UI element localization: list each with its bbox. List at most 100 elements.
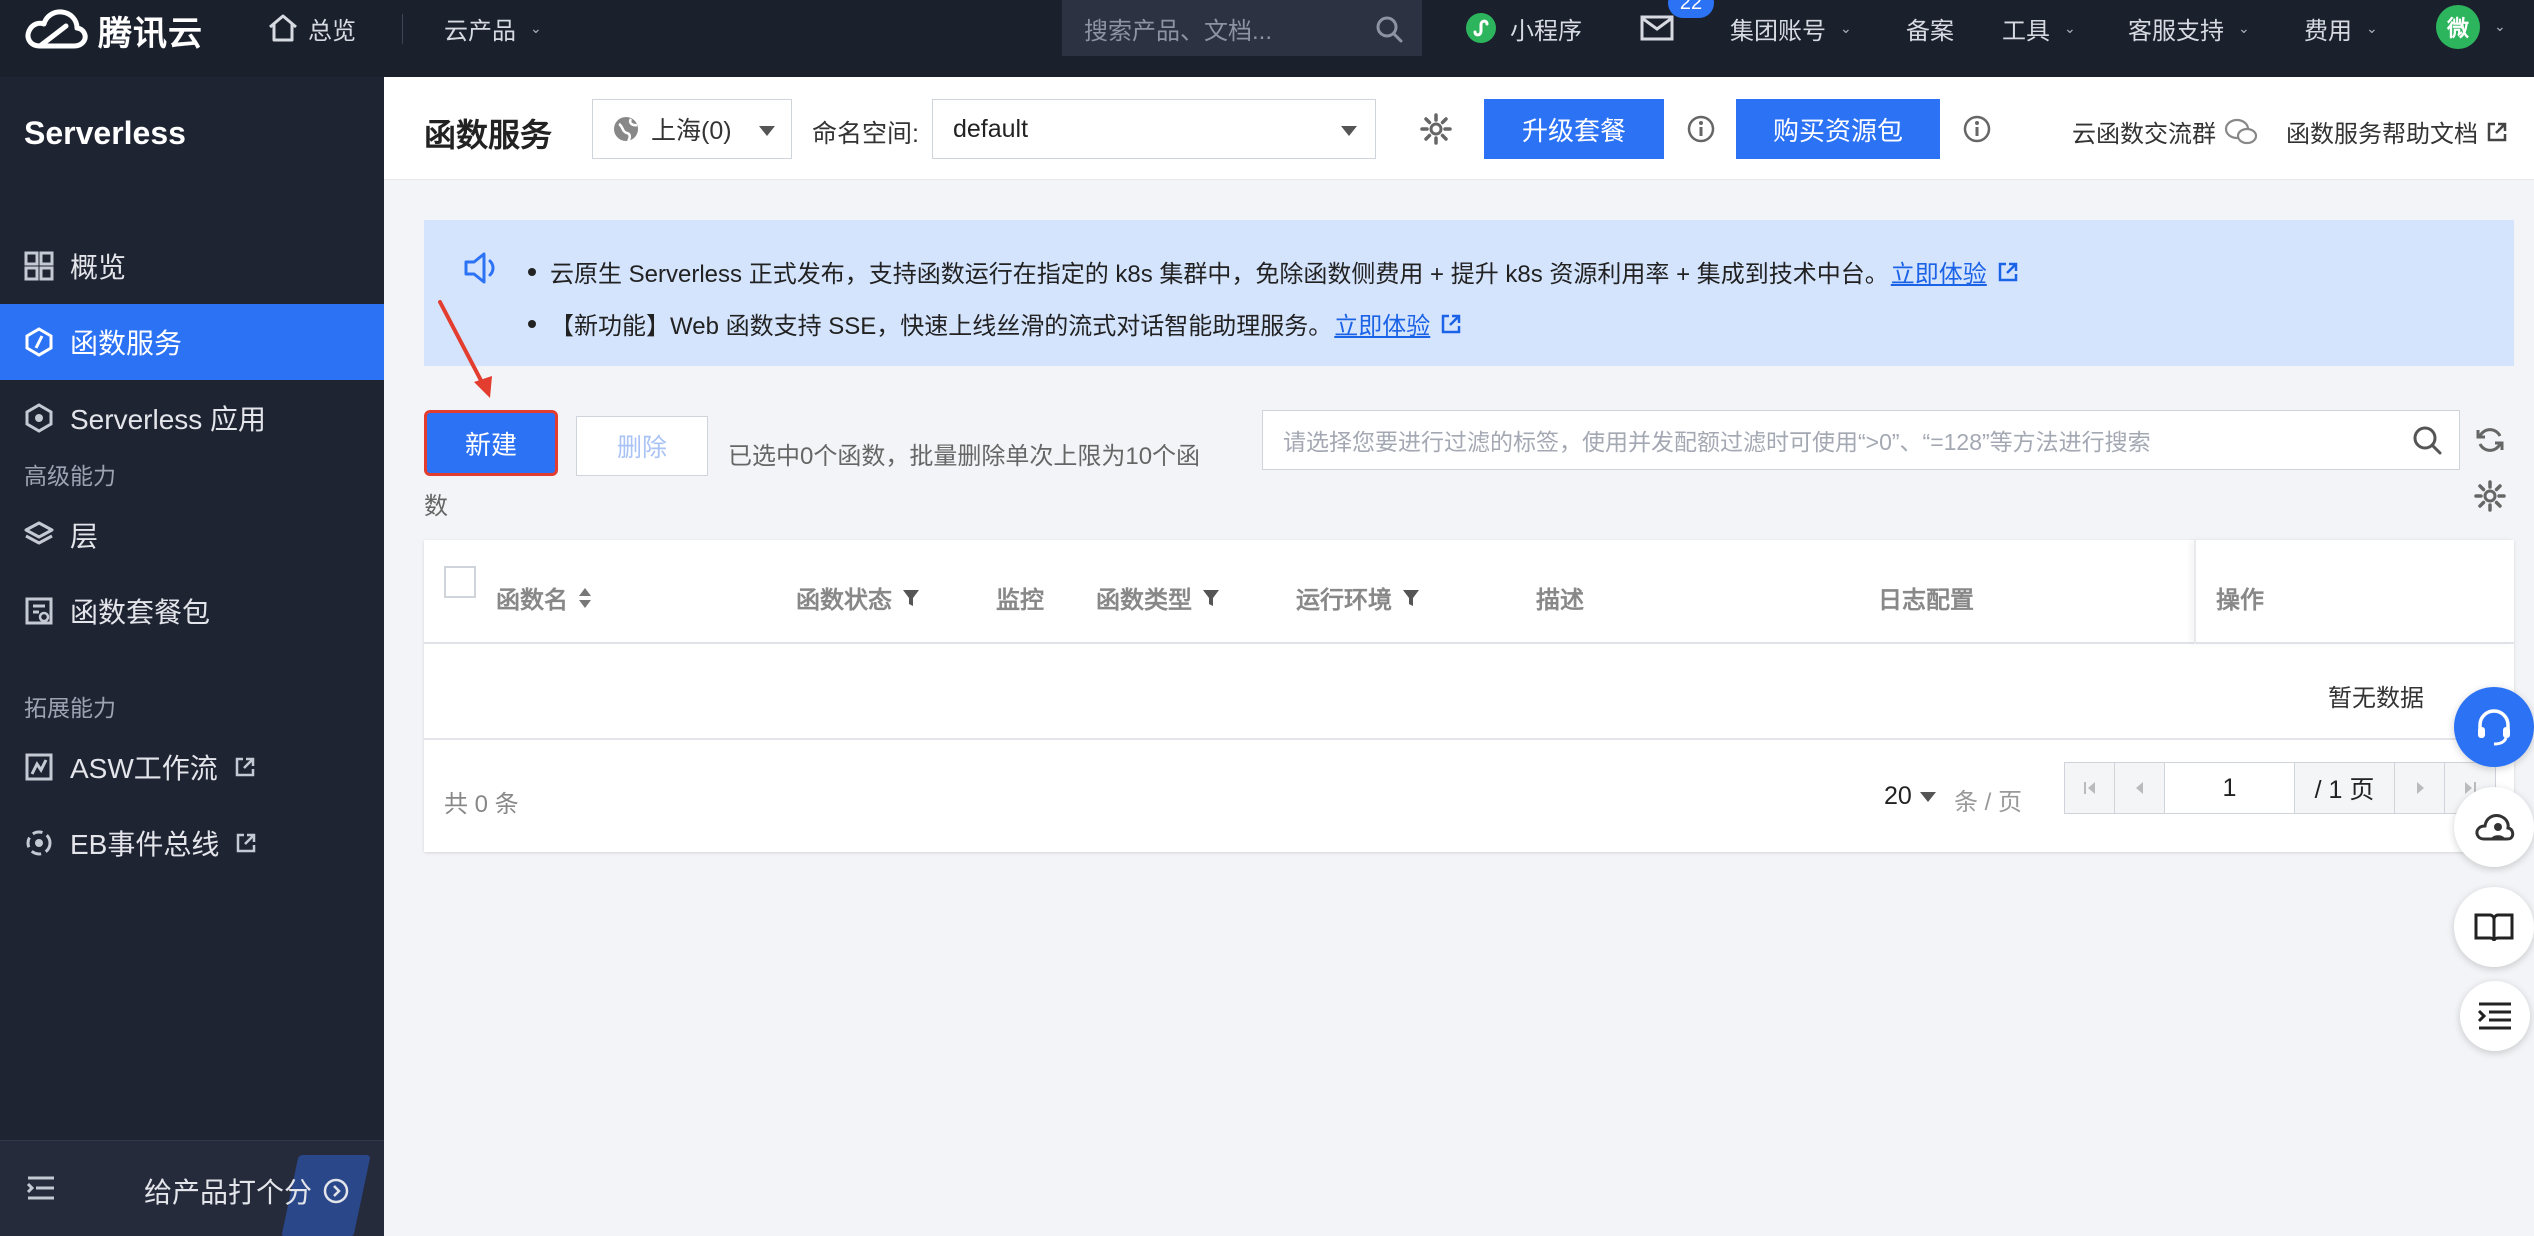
- table-header: 函数名 函数状态 监控 函数类型 运行环境 描述 日志配置 操作: [424, 540, 2514, 644]
- sidebar-group-extend: 拓展能力: [24, 695, 116, 721]
- help-docs-link[interactable]: 函数服务帮助文档: [2286, 114, 2508, 149]
- namespace-value: default: [953, 114, 1029, 143]
- column-header-label: 函数类型: [1096, 587, 1192, 614]
- external-link-icon[interactable]: [1997, 261, 2019, 283]
- column-header-runtime[interactable]: 运行环境: [1296, 580, 1420, 615]
- region-select[interactable]: 上海(0): [592, 99, 792, 159]
- first-page-button[interactable]: [2065, 763, 2115, 813]
- page-size-select[interactable]: 20: [1884, 782, 1936, 811]
- nav-billing-label: 费用: [2304, 17, 2352, 45]
- sidebar-item-label: ASW工作流: [70, 753, 218, 784]
- sidebar-item-functions[interactable]: 函数服务: [0, 304, 384, 380]
- sidebar-item-label: 概览: [70, 252, 127, 283]
- headset-icon: [2478, 709, 2510, 746]
- user-avatar[interactable]: 微: [2436, 5, 2480, 49]
- column-header-label: 运行环境: [1296, 587, 1392, 614]
- wechat-icon: [2224, 118, 2258, 144]
- mail-icon: [1640, 15, 1674, 41]
- nav-products[interactable]: 云产品 ⌄: [444, 0, 542, 56]
- sidebar-item-overview[interactable]: 概览: [0, 228, 384, 304]
- tencent-cloud-logo[interactable]: 腾讯云: [24, 4, 203, 56]
- caret-left-icon: [2135, 782, 2143, 794]
- customer-service-button[interactable]: [2454, 687, 2534, 767]
- apps-icon: [25, 403, 53, 433]
- nav-tools[interactable]: 工具 ⌄: [2002, 0, 2076, 56]
- column-header-label: 描述: [1536, 587, 1584, 614]
- bullet: [528, 267, 536, 276]
- info-icon[interactable]: [1686, 114, 1716, 144]
- cloud-assistant-button[interactable]: [2454, 787, 2534, 867]
- nav-filing[interactable]: 备案: [1906, 0, 1954, 56]
- eventbus-icon: [26, 830, 52, 856]
- sidebar-item-label: EB事件总线: [70, 829, 220, 860]
- nav-tools-label: 工具: [2002, 17, 2050, 45]
- next-page-button[interactable]: [2395, 763, 2445, 813]
- nav-miniprogram-label: 小程序: [1510, 17, 1582, 45]
- docs-button[interactable]: [2454, 887, 2534, 967]
- table-settings-gear-icon[interactable]: [2474, 480, 2506, 512]
- info-icon[interactable]: [1962, 114, 1992, 144]
- search-icon[interactable]: [1374, 14, 1404, 44]
- pager: 1 / 1 页: [2064, 762, 2496, 814]
- function-table: 函数名 函数状态 监控 函数类型 运行环境 描述 日志配置 操作 暂无数据 共 …: [424, 540, 2514, 852]
- nav-overview[interactable]: 总览: [266, 0, 356, 56]
- announcement-text: 【新功能】Web 函数支持 SSE，快速上线丝滑的流式对话智能助理服务。: [550, 313, 1333, 340]
- filter-placeholder: 请选择您要进行过滤的标签，使用并发配额过滤时可使用“>0”、“=128”等方法进…: [1283, 429, 2151, 455]
- nav-products-label: 云产品: [444, 17, 516, 45]
- global-search-input[interactable]: 搜索产品、文档...: [1062, 0, 1422, 56]
- sidebar-item-serverless-apps[interactable]: Serverless 应用: [0, 380, 384, 456]
- column-header-name[interactable]: 函数名: [496, 580, 592, 615]
- buy-resource-pack-button[interactable]: 购买资源包: [1736, 99, 1940, 159]
- page-number-input[interactable]: 1: [2165, 763, 2295, 813]
- select-all-checkbox[interactable]: [444, 566, 476, 598]
- community-group-link[interactable]: 云函数交流群: [2072, 114, 2258, 149]
- external-link-icon: [2487, 122, 2507, 141]
- sidebar-item-eb-eventbus[interactable]: EB事件总线: [0, 805, 384, 881]
- announcement-text: 云原生 Serverless 正式发布，支持函数运行在指定的 k8s 集群中，免…: [550, 261, 1889, 288]
- filter-funnel-icon[interactable]: [902, 588, 920, 608]
- bullet: [528, 319, 536, 328]
- sidebar-item-layers[interactable]: 层: [0, 497, 384, 573]
- external-link-icon: [237, 833, 256, 853]
- workflow-icon: [25, 753, 53, 781]
- nav-miniprogram[interactable]: 小程序: [1464, 0, 1582, 56]
- try-now-link[interactable]: 立即体验: [1891, 254, 1987, 289]
- prev-page-button[interactable]: [2115, 763, 2165, 813]
- sidebar-item-asw-workflow[interactable]: ASW工作流: [0, 729, 384, 805]
- collapse-menu-icon[interactable]: [26, 1175, 56, 1201]
- delete-button[interactable]: 删除: [576, 416, 708, 476]
- try-now-link[interactable]: 立即体验: [1334, 306, 1430, 341]
- sidebar-title: Serverless: [24, 115, 186, 151]
- tag-filter-search-input[interactable]: 请选择您要进行过滤的标签，使用并发配额过滤时可使用“>0”、“=128”等方法进…: [1262, 410, 2460, 470]
- refresh-icon[interactable]: [2474, 424, 2506, 456]
- annotation-arrow-icon: [438, 300, 492, 398]
- rate-product-button[interactable]: 给产品打个分: [144, 1171, 350, 1211]
- column-header-type[interactable]: 函数类型: [1096, 580, 1220, 615]
- create-function-button[interactable]: 新建: [424, 410, 558, 476]
- column-header-monitor: 监控: [996, 580, 1044, 615]
- sort-icon[interactable]: [578, 586, 592, 610]
- chevron-down-icon[interactable]: ⌄: [2494, 18, 2506, 35]
- external-link-icon[interactable]: [1440, 313, 1462, 335]
- rate-product-label: 给产品打个分: [144, 1177, 313, 1208]
- per-page-label: 条 / 页: [1954, 789, 2023, 816]
- nav-support[interactable]: 客服支持 ⌄: [2128, 0, 2250, 56]
- search-icon[interactable]: [2411, 424, 2443, 456]
- cloud-logo-icon: [25, 9, 88, 49]
- column-header-label: 操作: [2216, 587, 2264, 614]
- namespace-select[interactable]: default: [932, 99, 1376, 159]
- column-header-status[interactable]: 函数状态: [796, 580, 920, 615]
- upgrade-plan-button[interactable]: 升级套餐: [1484, 99, 1664, 159]
- list-outline-icon: [2477, 1002, 2511, 1030]
- mail-count-badge: 22: [1668, 0, 1714, 18]
- table-pagination: 共 0 条 20 条 / 页 1 / 1 页: [424, 738, 2514, 852]
- announcement-banner: 云原生 Serverless 正式发布，支持函数运行在指定的 k8s 集群中，免…: [424, 220, 2514, 366]
- filter-funnel-icon[interactable]: [1202, 588, 1220, 608]
- outline-button[interactable]: [2460, 981, 2530, 1051]
- filter-funnel-icon[interactable]: [1402, 588, 1420, 608]
- nav-account[interactable]: 集团账号 ⌄: [1730, 0, 1852, 56]
- sidebar-item-packages[interactable]: 函数套餐包: [0, 573, 384, 649]
- sidebar-item-label: 函数套餐包: [70, 597, 211, 628]
- nav-billing[interactable]: 费用 ⌄: [2304, 0, 2378, 56]
- settings-gear-icon[interactable]: [1420, 113, 1452, 145]
